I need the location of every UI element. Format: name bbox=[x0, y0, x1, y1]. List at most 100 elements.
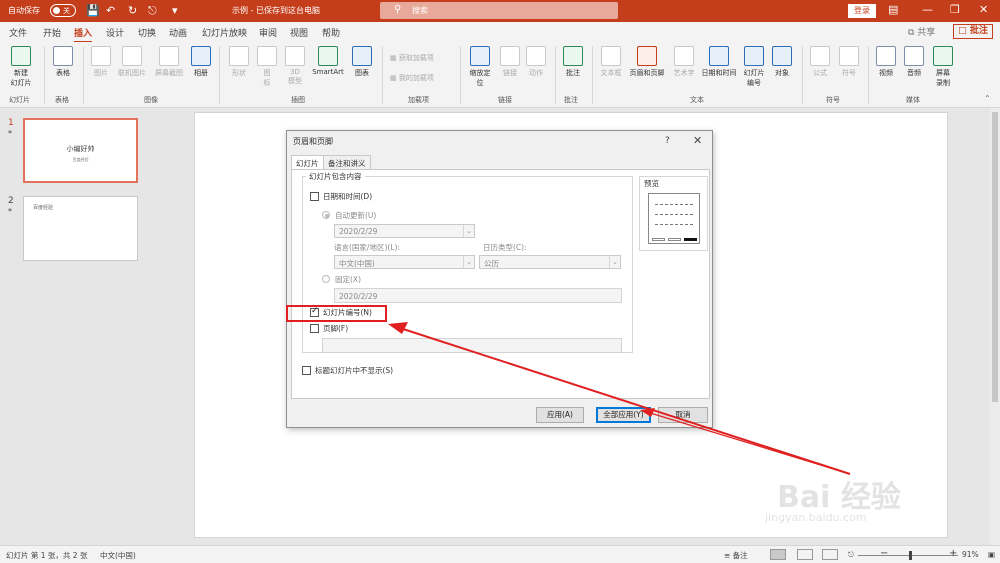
slide-number-button[interactable]: 幻灯片 编号 bbox=[740, 44, 768, 88]
tab-slideshow[interactable]: 幻灯片放映 bbox=[202, 26, 247, 39]
zoom-button[interactable]: 缩放定 位 bbox=[464, 44, 496, 88]
normal-view-button[interactable] bbox=[770, 549, 786, 560]
slide-sorter-button[interactable] bbox=[797, 549, 813, 560]
chart-button[interactable]: 图表 bbox=[349, 44, 375, 78]
fixed-radio[interactable] bbox=[322, 275, 330, 283]
share-button[interactable]: ⧉ 共享 bbox=[908, 25, 935, 38]
tab-insert[interactable]: 插入 bbox=[74, 26, 93, 43]
wordart-button[interactable]: 艺术字 bbox=[670, 44, 698, 78]
object-button[interactable]: 对象 bbox=[770, 44, 794, 78]
group-illustrations: 插图 bbox=[291, 96, 305, 104]
cancel-button[interactable]: 取消 bbox=[658, 407, 708, 423]
tab-notes-handouts[interactable]: 备注和讲义 bbox=[323, 155, 371, 169]
notes-button[interactable]: ≡ 备注 bbox=[724, 550, 748, 561]
zoom-slider-thumb[interactable] bbox=[909, 551, 912, 560]
restore-icon[interactable]: ❐ bbox=[950, 3, 960, 16]
header-footer-button[interactable]: 页眉和页脚 bbox=[627, 44, 667, 78]
dialog-title: 页眉和页脚 bbox=[293, 137, 333, 146]
slideshow-view-icon[interactable]: ⎋ bbox=[848, 550, 854, 560]
help-button[interactable]: ? bbox=[665, 136, 670, 146]
search-placeholder: 搜索 bbox=[412, 6, 428, 15]
album-button[interactable]: 相册 bbox=[189, 44, 213, 78]
tab-review[interactable]: 审阅 bbox=[259, 26, 277, 39]
zoom-slider-track[interactable] bbox=[858, 555, 958, 556]
screen-recording-button[interactable]: 屏幕 录制 bbox=[930, 44, 956, 88]
apply-all-button[interactable]: 全部应用(Y) bbox=[596, 407, 651, 423]
audio-button[interactable]: 音频 bbox=[902, 44, 926, 78]
tab-home[interactable]: 开始 bbox=[43, 26, 61, 39]
online-pictures-button[interactable]: 联机图片 bbox=[115, 44, 149, 78]
date-time-checkbox[interactable] bbox=[310, 192, 319, 201]
ribbon-display-options-icon[interactable]: ▤ bbox=[888, 3, 898, 16]
album-label: 相册 bbox=[194, 69, 208, 77]
tab-design[interactable]: 设计 bbox=[106, 26, 124, 39]
zoom-level[interactable]: 91% bbox=[962, 550, 979, 559]
customize-qat-icon[interactable]: ▾ bbox=[172, 4, 178, 17]
footer-text-field[interactable] bbox=[322, 338, 622, 353]
login-button[interactable]: 登录 bbox=[848, 4, 876, 18]
tab-animations[interactable]: 动画 bbox=[169, 26, 187, 39]
reading-view-button[interactable] bbox=[822, 549, 838, 560]
get-addins-button[interactable]: ▦ 获取加载项 bbox=[390, 53, 434, 63]
video-button[interactable]: 视频 bbox=[874, 44, 898, 78]
language-dropdown[interactable]: 中文(中国) ⌄ bbox=[334, 255, 475, 269]
tab-slide[interactable]: 幻灯片 bbox=[291, 155, 324, 170]
thumbnail-title: 百度经验 bbox=[33, 205, 54, 211]
language-status[interactable]: 中文(中国) bbox=[100, 550, 136, 561]
scrollbar-thumb[interactable] bbox=[992, 112, 998, 402]
fit-slide-icon[interactable]: ▣ bbox=[988, 550, 995, 559]
save-icon[interactable]: 💾 bbox=[86, 4, 100, 17]
preview-title-placeholder bbox=[655, 204, 693, 205]
apply-button[interactable]: 应用(A) bbox=[536, 407, 584, 423]
action-button[interactable]: 动作 bbox=[524, 44, 548, 78]
omega-icon bbox=[839, 46, 859, 66]
collapse-ribbon-icon[interactable]: ⌃ bbox=[984, 94, 991, 103]
menu-bar: 文件 开始 插入 设计 切换 动画 幻灯片放映 审阅 视图 帮助 ⧉ 共享 □ … bbox=[0, 22, 1000, 43]
shapes-button[interactable]: 形状 bbox=[226, 44, 252, 78]
redo-icon[interactable]: ↻ bbox=[128, 4, 137, 17]
calendar-dropdown[interactable]: 公历 ⌄ bbox=[479, 255, 621, 269]
slide-number-icon bbox=[744, 46, 764, 66]
start-slideshow-icon[interactable]: ⎋ bbox=[148, 4, 157, 18]
auto-update-radio[interactable] bbox=[322, 211, 330, 219]
vertical-scrollbar[interactable] bbox=[990, 108, 1000, 545]
autosave-toggle[interactable]: 关 bbox=[50, 4, 76, 17]
new-slide-button[interactable]: 新建 幻灯片 bbox=[6, 44, 36, 88]
fixed-date-field[interactable]: 2020/2/29 bbox=[334, 288, 622, 303]
notes-label: 备注 bbox=[732, 551, 748, 560]
tab-view[interactable]: 视图 bbox=[290, 26, 308, 39]
object-icon bbox=[772, 46, 792, 66]
undo-icon[interactable]: ↶ bbox=[106, 4, 115, 17]
zoom-in-icon[interactable]: + bbox=[949, 548, 957, 559]
date-time-button[interactable]: 日期和时间 bbox=[699, 44, 739, 78]
auto-update-dropdown[interactable]: 2020/2/29 ⌄ bbox=[334, 224, 475, 238]
title-slide-checkbox[interactable] bbox=[302, 366, 311, 375]
comment-insert-button[interactable]: 批注 bbox=[560, 44, 586, 78]
ribbon: 新建 幻灯片 幻灯片 表格 表格 图片 联机图片 屏幕截图 相册 图像 形状 图… bbox=[0, 42, 1000, 108]
close-icon[interactable]: ✕ bbox=[979, 3, 988, 16]
tab-help[interactable]: 帮助 bbox=[322, 26, 340, 39]
pictures-button[interactable]: 图片 bbox=[88, 44, 114, 78]
table-button[interactable]: 表格 bbox=[50, 44, 76, 78]
auto-update-value: 2020/2/29 bbox=[339, 227, 378, 236]
comments-button[interactable]: □ 批注 bbox=[953, 24, 993, 39]
footer-checkbox[interactable] bbox=[310, 324, 319, 333]
comment-insert-label: 批注 bbox=[566, 69, 580, 77]
textbox-button[interactable]: 文本框 bbox=[597, 44, 625, 78]
dialog-close-icon[interactable]: ✕ bbox=[693, 134, 702, 147]
smartart-button[interactable]: SmartArt bbox=[310, 44, 346, 76]
search-box[interactable]: ⚲ 搜索 bbox=[380, 2, 618, 19]
screenshot-button[interactable]: 屏幕截图 bbox=[152, 44, 186, 78]
tab-file[interactable]: 文件 bbox=[9, 26, 27, 39]
icons-button[interactable]: 图 标 bbox=[256, 44, 278, 88]
equation-button[interactable]: 公式 bbox=[808, 44, 832, 78]
3d-models-button[interactable]: 3D 模型 bbox=[282, 44, 308, 86]
tab-transitions[interactable]: 切换 bbox=[138, 26, 156, 39]
zoom-out-icon[interactable]: − bbox=[880, 548, 888, 559]
link-button[interactable]: 链接 bbox=[498, 44, 522, 78]
my-addins-button[interactable]: ▦ 我的加载项 bbox=[390, 73, 434, 83]
slide-thumbnail-1[interactable]: 小编好帅 百度经验 bbox=[23, 118, 138, 183]
minimize-icon[interactable]: — bbox=[922, 3, 933, 16]
symbol-button[interactable]: 符号 bbox=[837, 44, 861, 78]
slide-thumbnail-2[interactable]: 百度经验 bbox=[23, 196, 138, 261]
